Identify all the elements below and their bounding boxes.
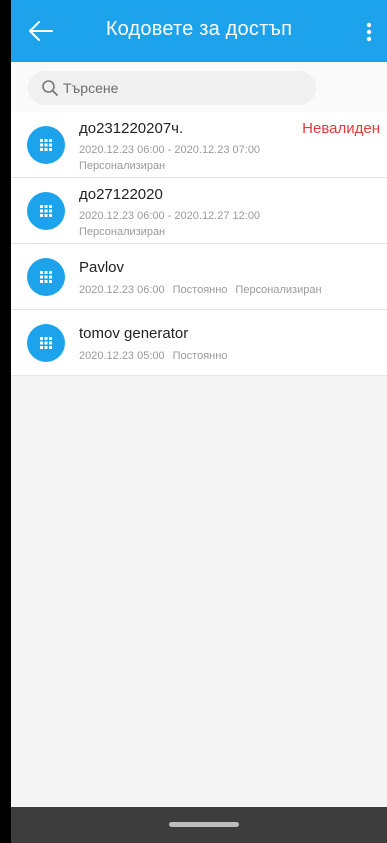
code-name: Pavlov [79, 259, 125, 276]
more-options-button[interactable] [357, 16, 381, 48]
code-period: 2020.12.23 06:00 - 2020.12.27 12:00 [79, 210, 261, 222]
system-navigation-bar [11, 807, 387, 843]
list-item[interactable]: до27122020 2020.12.23 06:00 - 2020.12.27… [11, 178, 387, 244]
code-type: Персонализиран [235, 284, 322, 296]
search-bar-container [11, 62, 387, 112]
code-validity: Постоянно [172, 284, 228, 296]
code-name: до231220207ч. [79, 120, 184, 137]
more-vertical-icon [366, 22, 372, 42]
page-title: Кодовете за достъп [105, 18, 293, 40]
list-item[interactable]: до231220207ч. Невалиден 2020.12.23 06:00… [11, 112, 387, 178]
code-start: 2020.12.23 06:00 [79, 284, 165, 296]
code-name: tomov generator [79, 325, 189, 342]
code-details: 2020.12.23 05:00 Постоянно [79, 350, 227, 362]
home-gesture-handle[interactable] [169, 822, 239, 827]
code-period: 2020.12.23 06:00 - 2020.12.23 07:00 [79, 144, 261, 156]
list-item[interactable]: tomov generator 2020.12.23 05:00 Постоянн… [11, 310, 387, 376]
search-bar[interactable] [28, 71, 316, 105]
code-name: до27122020 [79, 186, 163, 203]
code-start: 2020.12.23 05:00 [79, 350, 165, 362]
keypad-icon [27, 191, 65, 230]
app-bar: Кодовете за достъп [11, 0, 387, 62]
access-code-list: до231220207ч. Невалиден 2020.12.23 06:00… [11, 112, 387, 376]
code-type: Персонализиран [79, 226, 166, 238]
keypad-icon [27, 125, 65, 164]
keypad-icon [27, 323, 65, 362]
search-input[interactable] [63, 80, 303, 96]
list-item[interactable]: Pavlov 2020.12.23 06:00 Постоянно Персонал… [11, 244, 387, 310]
code-validity: Постоянно [172, 350, 228, 362]
status-badge: Невалиден [302, 120, 380, 137]
search-icon [42, 80, 58, 96]
code-details: 2020.12.23 06:00 Постоянно Персонализиран [79, 284, 322, 296]
access-codes-screen: Кодовете за достъп Търсене до231220207ч.… [11, 0, 387, 843]
keypad-icon [27, 257, 65, 296]
code-type: Персонализиран [79, 160, 166, 172]
